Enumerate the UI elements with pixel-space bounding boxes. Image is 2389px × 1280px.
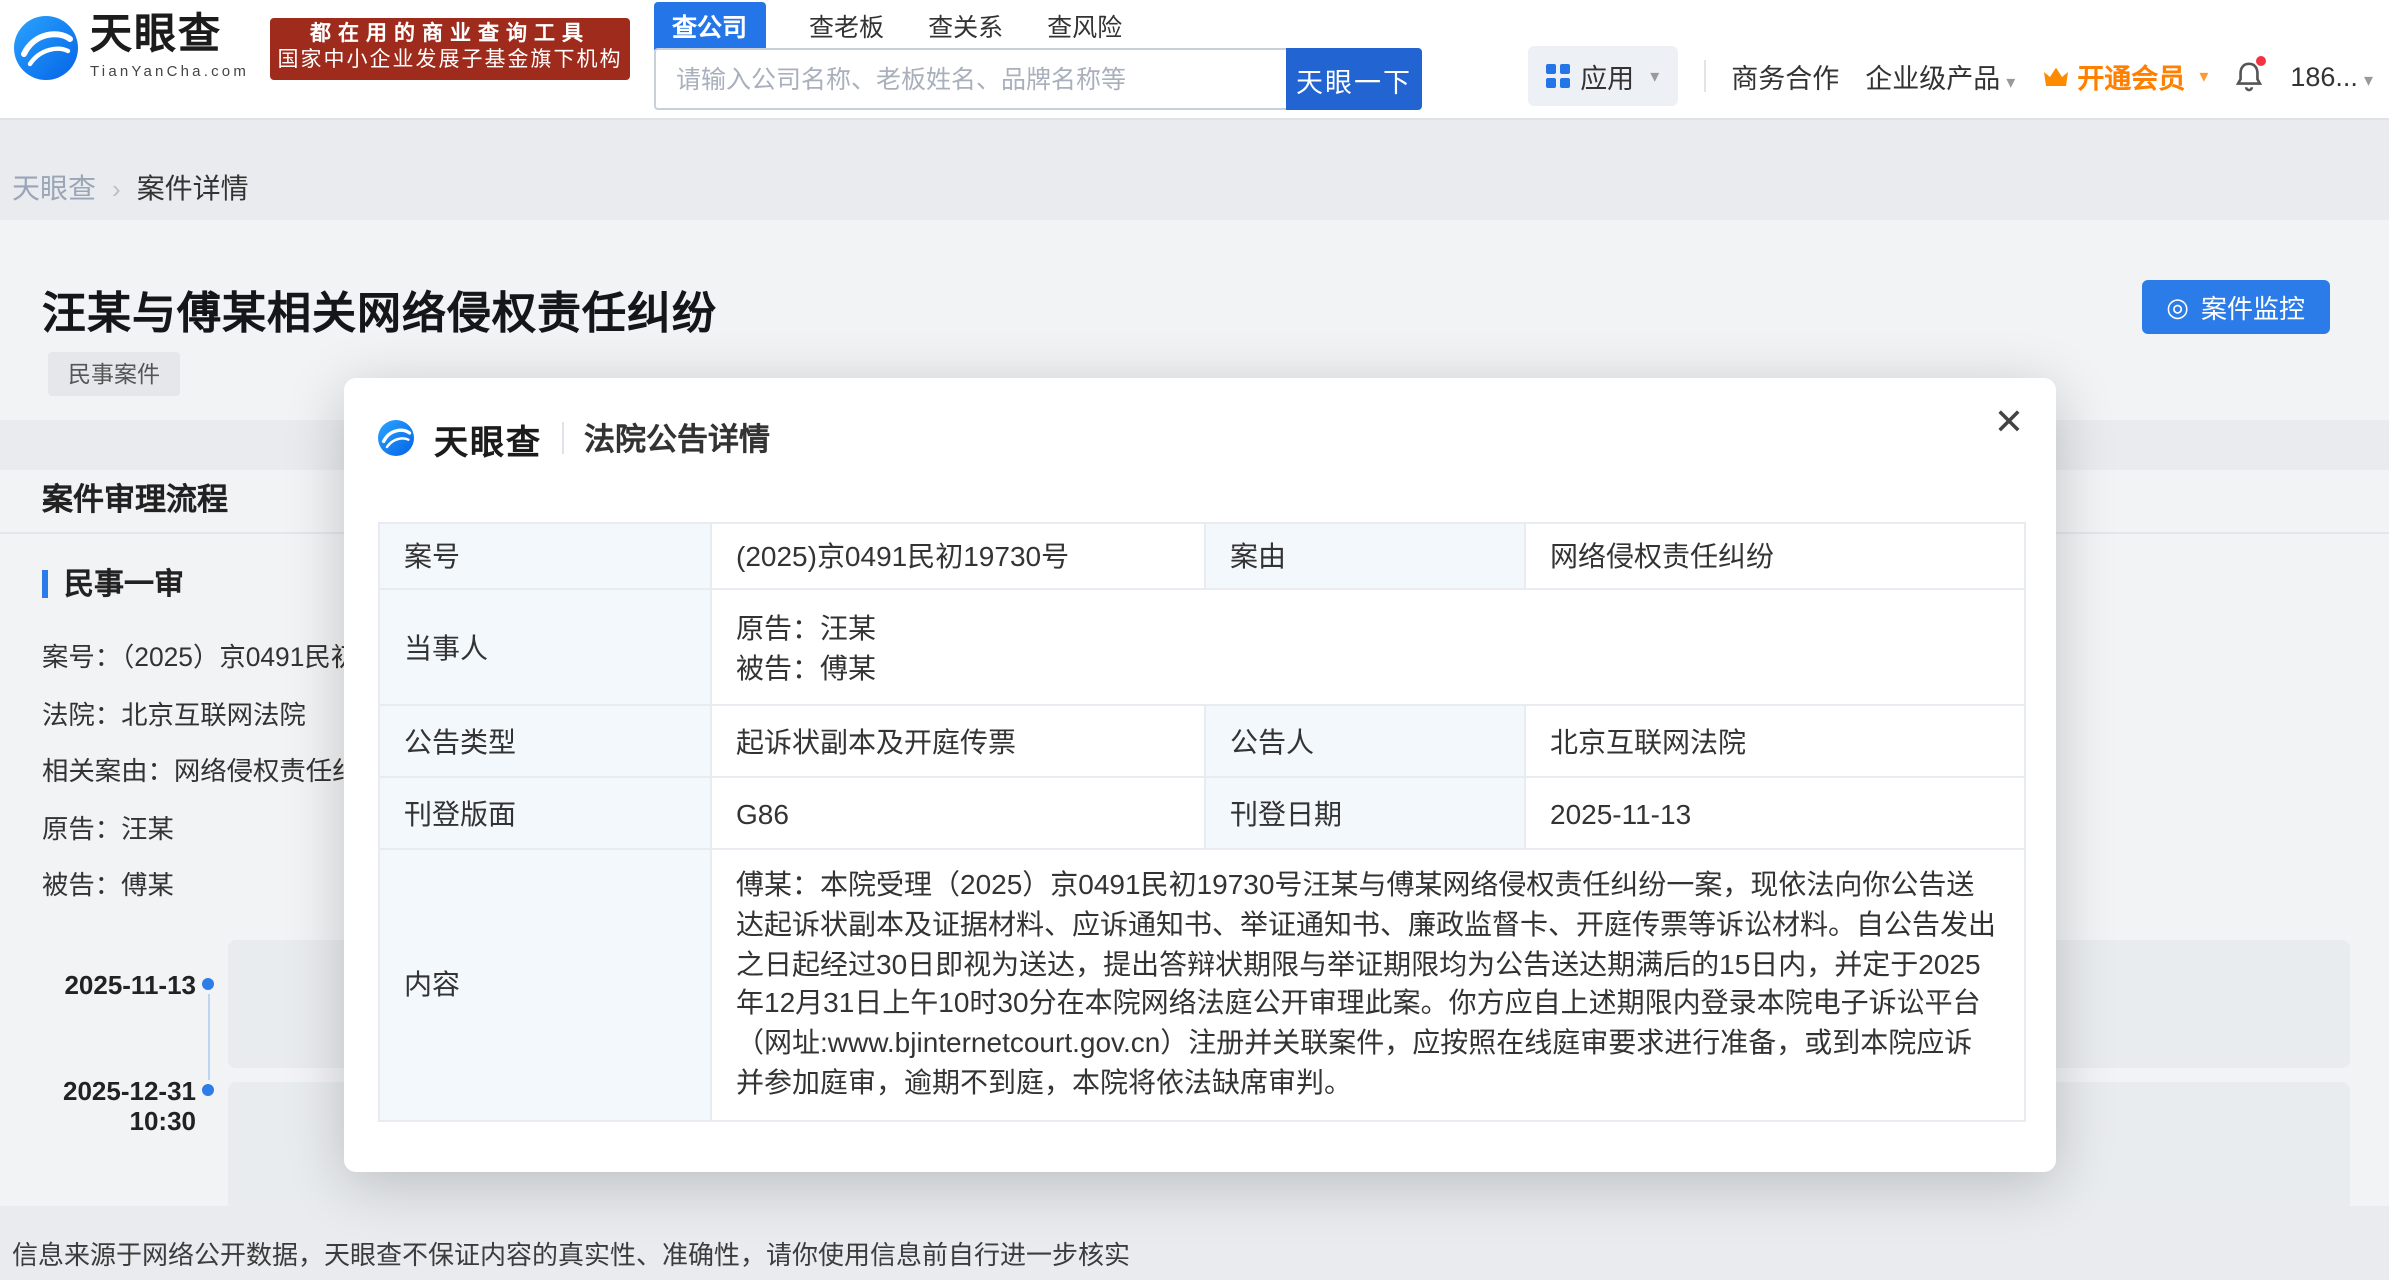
- content-value: 傅某：本院受理（2025）京0491民初19730号汪某与傅某网络侵权责任纠纷一…: [710, 848, 2026, 1122]
- nav-enterprise-products[interactable]: 企业级产品 ▾: [1865, 56, 2015, 96]
- announcement-table: 案号 (2025)京0491民初19730号 案由 网络侵权责任纠纷 当事人 原…: [378, 522, 2026, 1122]
- promo-line2: 国家中小企业发展子基金旗下机构: [277, 48, 623, 72]
- crown-icon: [2043, 66, 2068, 85]
- party-value: 原告：汪某 被告：傅某: [710, 588, 2026, 706]
- timeline-date: 2025-12-31 10:30: [63, 1076, 196, 1136]
- publication-page-label: 刊登版面: [378, 776, 712, 850]
- tab-boss[interactable]: 查老板: [809, 6, 884, 44]
- party-plaintiff: 原告：汪某: [736, 611, 876, 643]
- stage-label: 民事一审: [64, 568, 185, 602]
- apps-label: 应用: [1580, 64, 1635, 94]
- monitor-label: 案件监控: [2200, 294, 2305, 324]
- timeline-dot: [202, 1084, 214, 1096]
- announcer-value: 北京互联网法院: [1524, 704, 2026, 778]
- party-label: 当事人: [378, 588, 712, 706]
- page: 天眼查 TianYanCha.com 都在用的商业查询工具 国家中小企业发展子基…: [0, 0, 2389, 1280]
- table-row: 当事人 原告：汪某 被告：傅某: [378, 588, 2026, 706]
- case-monitor-button[interactable]: ◎ 案件监控: [2142, 280, 2329, 334]
- chevron-down-icon: ▾: [2363, 69, 2373, 89]
- account-phone-menu[interactable]: 186... ▾: [2290, 61, 2373, 91]
- tab-risk[interactable]: 查风险: [1047, 6, 1122, 44]
- modal-title: 法院公告详情: [584, 424, 771, 458]
- page-title: 汪某与傅某相关网络侵权责任纠纷: [42, 288, 718, 338]
- promo-banner[interactable]: 都在用的商业查询工具 国家中小企业发展子基金旗下机构: [270, 18, 630, 80]
- case-no-label: 案号: [378, 522, 712, 590]
- timeline-dot: [202, 978, 214, 990]
- search-area: 查公司 查老板 查关系 查风险 天眼一下: [654, 1, 1422, 110]
- table-row: 案号 (2025)京0491民初19730号 案由 网络侵权责任纠纷: [378, 522, 2026, 590]
- content-label: 内容: [378, 848, 712, 1122]
- nav-divider: [1703, 60, 1706, 92]
- brand-domain: TianYanCha.com: [90, 62, 250, 80]
- chevron-down-icon: ▾: [1650, 65, 1660, 85]
- case-no-value: (2025)京0491民初19730号: [710, 522, 1206, 590]
- notifications-button[interactable]: [2234, 56, 2267, 92]
- tab-relation[interactable]: 查关系: [928, 6, 1003, 44]
- search-tabs: 查公司 查老板 查关系 查风险: [654, 1, 1422, 49]
- footer-disclaimer: 信息来源于网络公开数据，天眼查不保证内容的真实性、准确性，请你使用信息前自行进一…: [12, 1240, 1131, 1270]
- top-nav: 应用 ▾ 商务合作 企业级产品 ▾ 开通会员 ▾ 186... ▾: [1528, 46, 2373, 106]
- logo[interactable]: 天眼查 TianYanCha.com: [14, 12, 250, 80]
- vip-label: 开通会员: [2077, 64, 2186, 94]
- logo-text: 天眼查 TianYanCha.com: [90, 12, 250, 80]
- modal-title-divider: [562, 422, 564, 454]
- breadcrumb-separator-icon: ›: [112, 173, 121, 203]
- tianyancha-logo-icon: [14, 15, 78, 79]
- publication-page-value: G86: [710, 776, 1206, 850]
- cause-value: 网络侵权责任纠纷: [1524, 522, 2026, 590]
- publication-date-label: 刊登日期: [1204, 776, 1526, 850]
- timeline-date: 2025-11-13: [64, 970, 196, 1000]
- modal-header: 天眼查 法院公告详情: [378, 406, 770, 470]
- table-row: 公告类型 起诉状副本及开庭传票 公告人 北京互联网法院: [378, 704, 2026, 778]
- table-row: 刊登版面 G86 刊登日期 2025-11-13: [378, 776, 2026, 850]
- table-row: 内容 傅某：本院受理（2025）京0491民初19730号汪某与傅某网络侵权责任…: [378, 848, 2026, 1122]
- promo-line1: 都在用的商业查询工具: [310, 22, 590, 46]
- vip-upgrade-button[interactable]: 开通会员 ▾: [2041, 56, 2208, 96]
- top-header: 天眼查 TianYanCha.com 都在用的商业查询工具 国家中小企业发展子基…: [0, 0, 2389, 120]
- breadcrumb-home[interactable]: 天眼查: [12, 168, 96, 208]
- modal-brand: 天眼查: [434, 423, 542, 461]
- chevron-down-icon: ▾: [2006, 72, 2016, 92]
- breadcrumb-current: 案件详情: [136, 172, 249, 204]
- nav-business-cooperation[interactable]: 商务合作: [1731, 56, 1839, 96]
- enterprise-label: 企业级产品: [1865, 64, 2001, 94]
- search-input[interactable]: [654, 48, 1286, 110]
- monitor-icon: ◎: [2166, 292, 2189, 322]
- search-button[interactable]: 天眼一下: [1286, 48, 1422, 110]
- notification-badge: [2256, 56, 2267, 66]
- stage-accent-bar: [42, 569, 48, 597]
- phone-label: 186...: [2290, 61, 2358, 91]
- breadcrumb: 天眼查 › 案件详情: [12, 168, 249, 208]
- tab-company[interactable]: 查公司: [654, 1, 766, 49]
- grid-icon: [1546, 64, 1571, 88]
- flow-stage: 民事一审: [42, 562, 184, 604]
- timeline-connector: [207, 994, 209, 1080]
- publication-date-value: 2025-11-13: [1524, 776, 2026, 850]
- announcement-type-value: 起诉状副本及开庭传票: [710, 704, 1206, 778]
- announcer-label: 公告人: [1204, 704, 1526, 778]
- brand-name: 天眼查: [90, 12, 222, 58]
- party-defendant: 被告：傅某: [736, 651, 876, 683]
- cause-label: 案由: [1204, 522, 1526, 590]
- close-icon[interactable]: ✕: [1994, 402, 2024, 442]
- tianyancha-logo-icon: [378, 420, 414, 456]
- chevron-down-icon: ▾: [2199, 65, 2209, 85]
- case-type-badge: 民事案件: [48, 352, 180, 396]
- court-announcement-modal: 天眼查 法院公告详情 ✕ 案号 (2025)京0491民初19730号 案由 网…: [344, 378, 2056, 1172]
- announcement-type-label: 公告类型: [378, 704, 712, 778]
- apps-menu-button[interactable]: 应用 ▾: [1528, 46, 1678, 106]
